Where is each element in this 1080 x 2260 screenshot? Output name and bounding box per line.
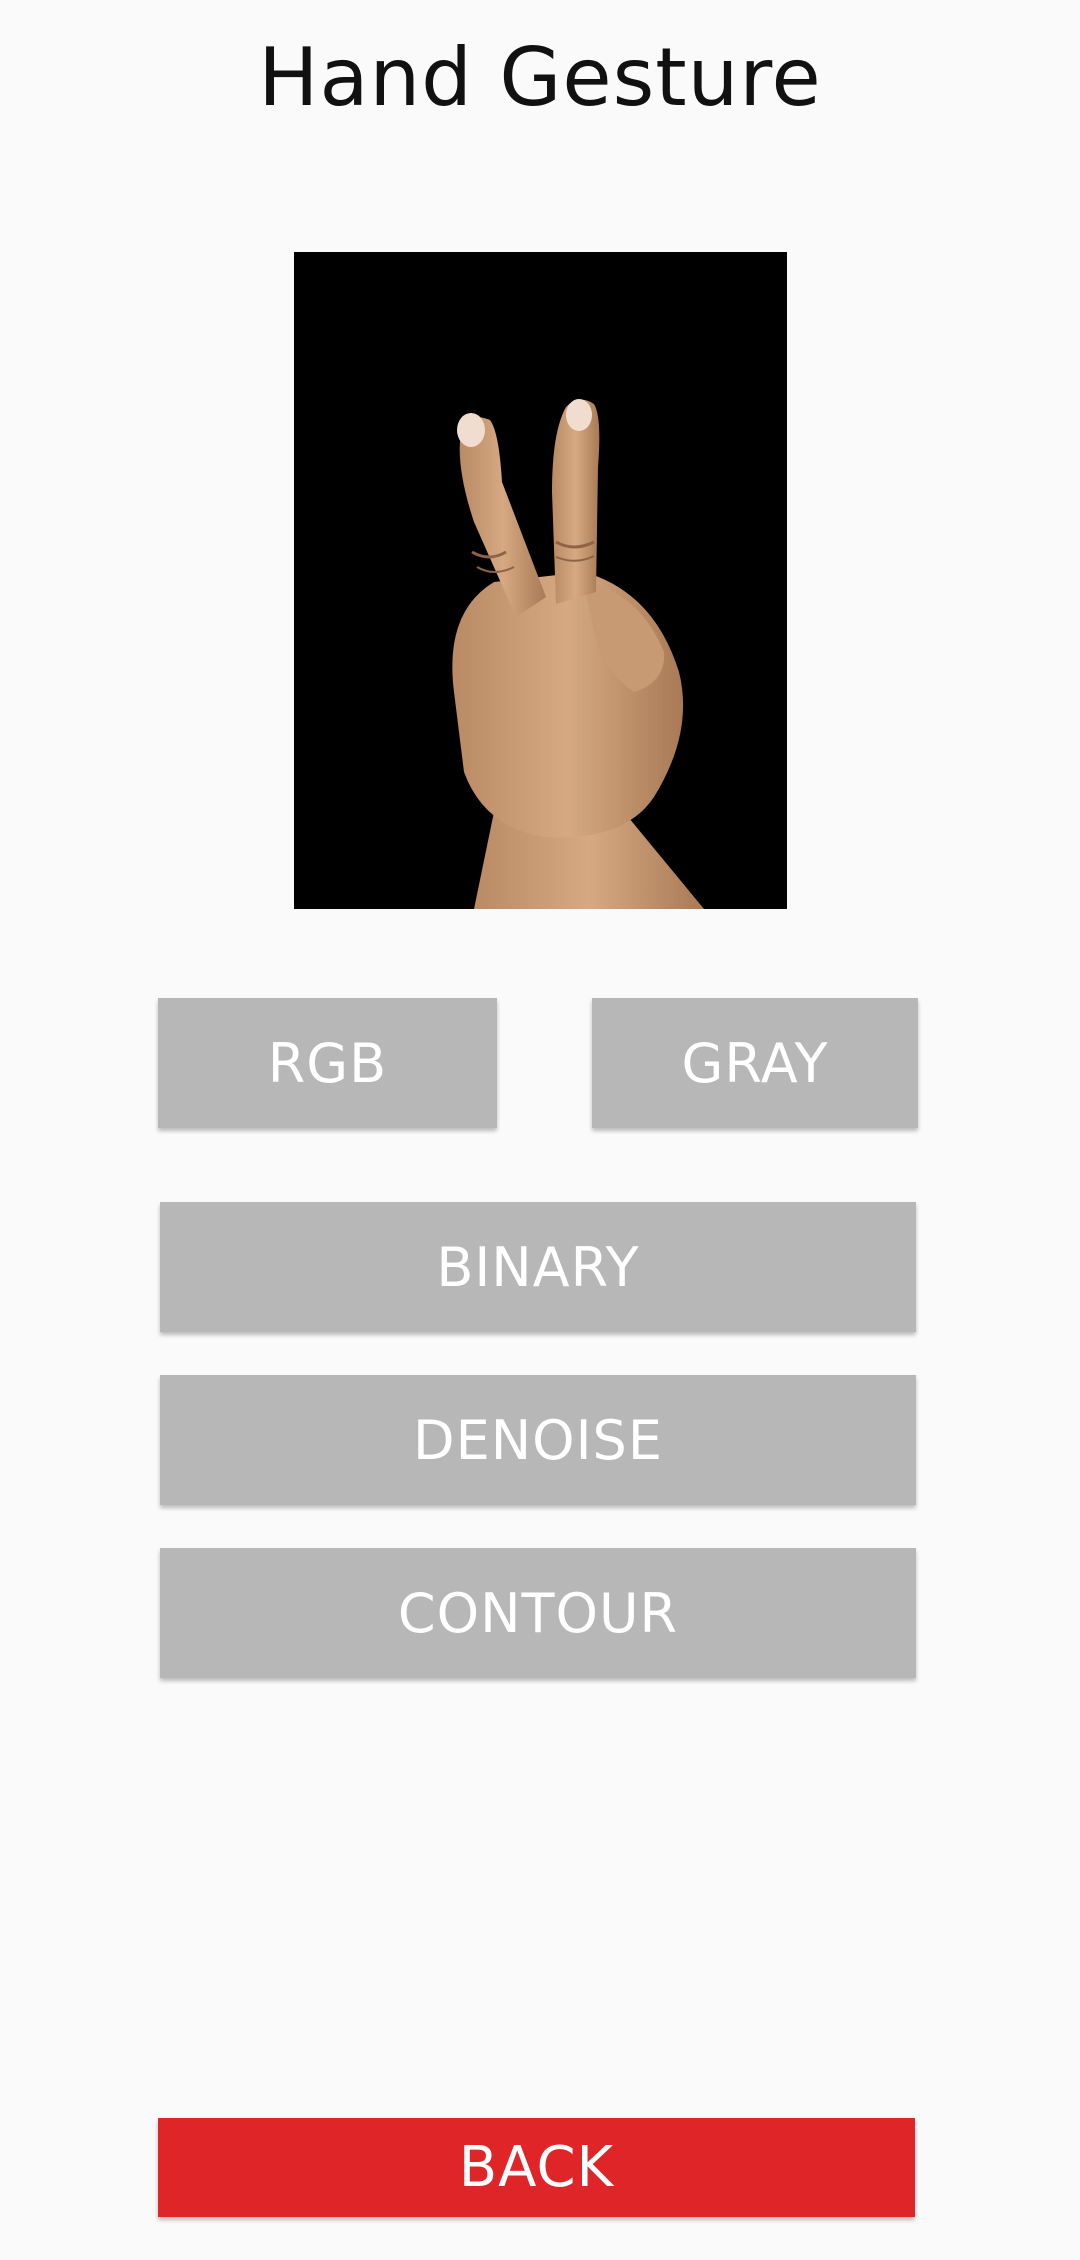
back-button[interactable]: BACK bbox=[158, 2118, 915, 2217]
denoise-button[interactable]: DENOISE bbox=[160, 1375, 916, 1505]
rgb-button[interactable]: RGB bbox=[158, 998, 497, 1128]
hand-illustration bbox=[294, 252, 787, 909]
hand-gesture-image bbox=[294, 252, 787, 909]
page-title: Hand Gesture bbox=[258, 31, 822, 124]
gray-button[interactable]: GRAY bbox=[592, 998, 918, 1128]
contour-button[interactable]: CONTOUR bbox=[160, 1548, 916, 1678]
binary-button[interactable]: BINARY bbox=[160, 1202, 916, 1332]
